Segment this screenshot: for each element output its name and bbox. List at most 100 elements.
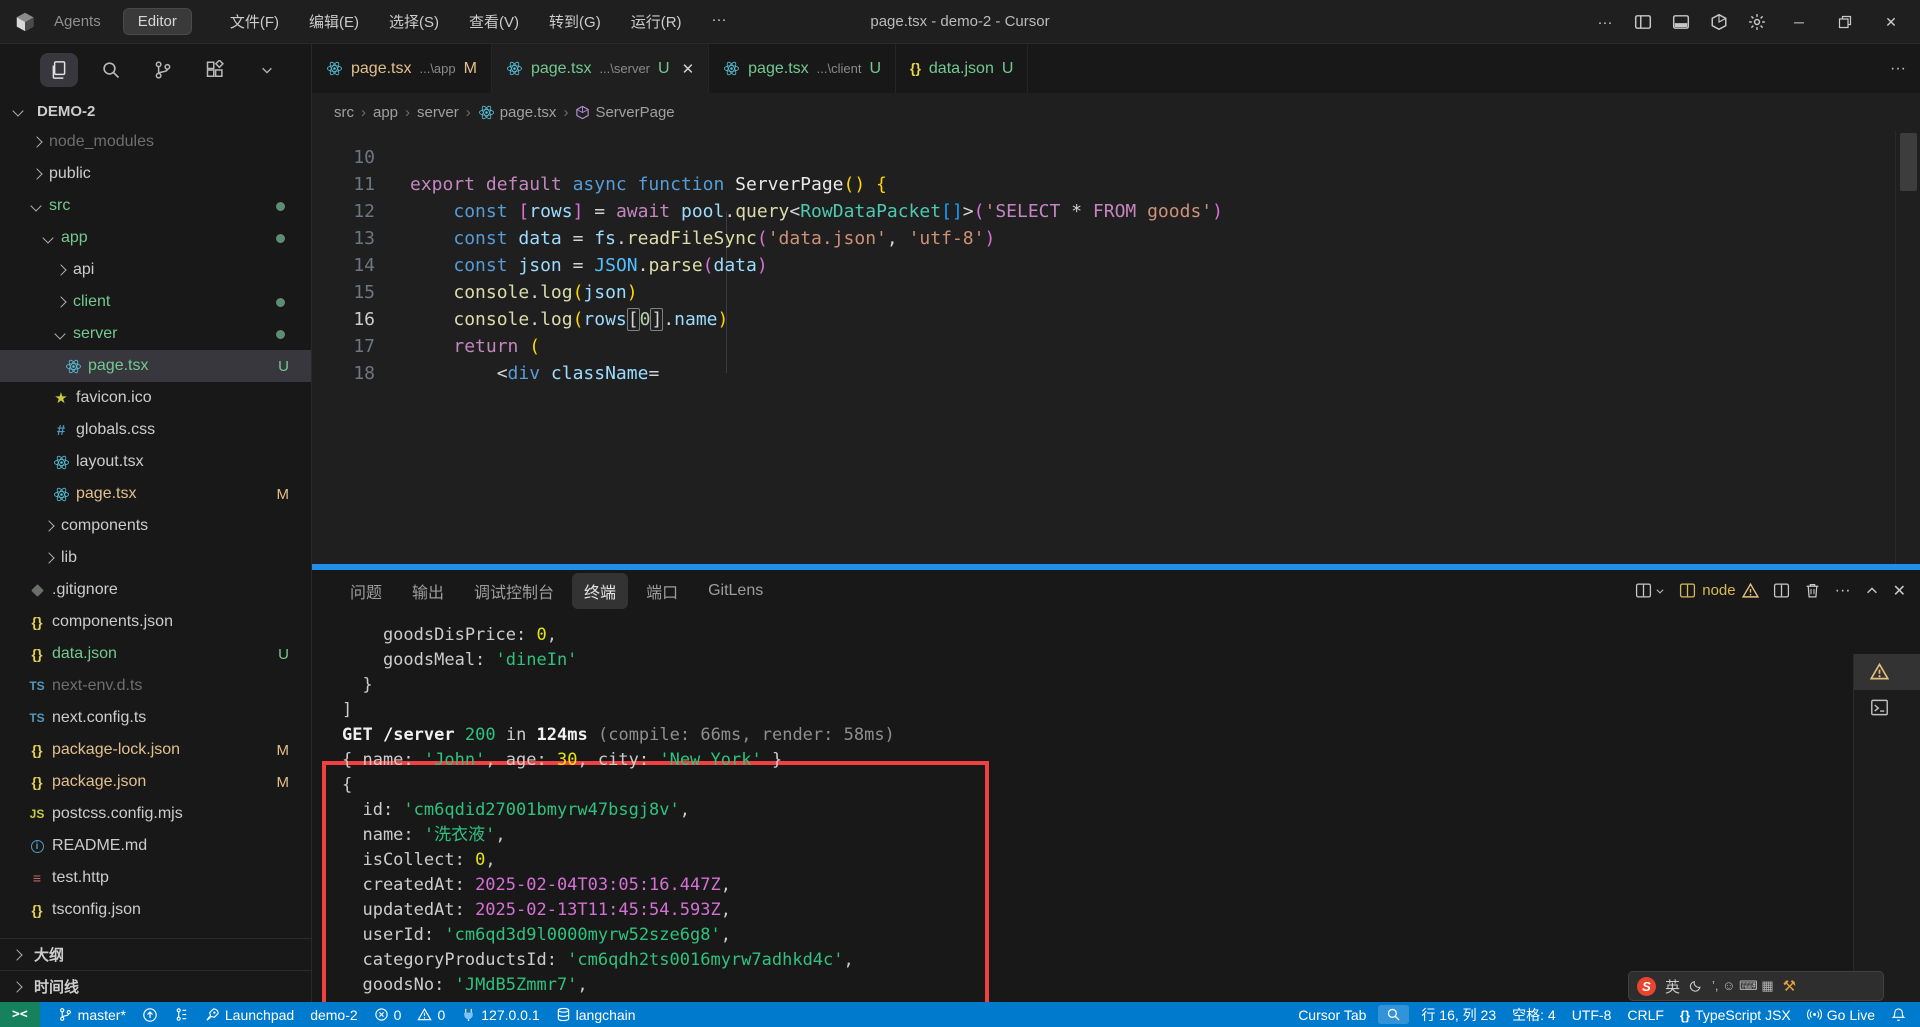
tree-item-lib[interactable]: lib bbox=[0, 542, 311, 574]
tree-item-README.md[interactable]: i README.md bbox=[0, 830, 311, 862]
timeline-section[interactable]: 时间线 bbox=[0, 970, 311, 1002]
cursor-ai-icon[interactable] bbox=[1702, 7, 1736, 37]
breadcrumb-item-ServerPage[interactable]: ServerPage bbox=[575, 104, 675, 121]
panel-tab-2[interactable]: 调试控制台 bbox=[462, 573, 566, 609]
status-left-127-0-0-1[interactable]: 127.0.0.1 bbox=[453, 1007, 547, 1023]
panel-tab-3[interactable]: 终端 bbox=[572, 572, 629, 609]
status-left-master-[interactable]: master* bbox=[50, 1007, 134, 1023]
status-left-cloud-up[interactable] bbox=[134, 1007, 166, 1023]
panel-tab-1[interactable]: 输出 bbox=[400, 573, 456, 609]
layout-sidebar-icon[interactable] bbox=[1626, 7, 1660, 37]
menu-item-5[interactable]: 运行(R) bbox=[619, 7, 694, 36]
terminal-item-node[interactable] bbox=[1854, 653, 1920, 690]
tree-item-nodemodules[interactable]: node_modules bbox=[0, 126, 311, 158]
editor-tab-2[interactable]: page.tsx ...\client U bbox=[709, 44, 896, 93]
editor-mode-button[interactable]: Editor bbox=[122, 8, 192, 35]
panel-more-icon[interactable]: ··· bbox=[1835, 582, 1851, 600]
tree-item-components[interactable]: components bbox=[0, 510, 311, 542]
tree-item-src[interactable]: src bbox=[0, 190, 311, 222]
tree-item-test.http[interactable]: ≡ test.http bbox=[0, 862, 311, 894]
ime-tools[interactable]: ’, ☺ ⌨ ▦ bbox=[1712, 978, 1774, 994]
panel-tab-0[interactable]: 问题 bbox=[338, 573, 394, 609]
breadcrumb-item-page.tsx[interactable]: page.tsx bbox=[478, 104, 556, 121]
status-left-0[interactable]: 0 bbox=[409, 1007, 453, 1023]
terminal-output[interactable]: Ctrl+K to generate command goodsDisPrice… bbox=[312, 612, 1920, 1002]
tree-item-data.json[interactable]: {} data.json U bbox=[0, 638, 311, 670]
split-terminal-icon[interactable] bbox=[1773, 582, 1790, 599]
editor-scrollbar[interactable] bbox=[1895, 131, 1920, 564]
restore-button[interactable] bbox=[1824, 0, 1866, 44]
ime-toolbox-icon[interactable]: ⚒ bbox=[1783, 977, 1796, 995]
views-chevron-icon[interactable] bbox=[248, 53, 286, 87]
status-right-typescript-jsx[interactable]: {} TypeScript JSX bbox=[1672, 1007, 1799, 1023]
status-right-bell[interactable] bbox=[1883, 1007, 1914, 1022]
tree-item-page.tsx[interactable]: page.tsx U bbox=[0, 350, 311, 382]
moon-icon[interactable] bbox=[1689, 979, 1703, 993]
tree-item-layout.tsx[interactable]: layout.tsx bbox=[0, 446, 311, 478]
editor-tab-0[interactable]: page.tsx ...\app M bbox=[312, 44, 492, 93]
explorer-icon[interactable] bbox=[40, 53, 78, 87]
source-control-icon[interactable] bbox=[144, 53, 182, 87]
panel-tab-4[interactable]: 端口 bbox=[634, 573, 690, 609]
status-left-pipeline[interactable] bbox=[166, 1007, 197, 1022]
status-left-demo-2[interactable]: demo-2 bbox=[302, 1007, 365, 1023]
status-right-go-live[interactable]: Go Live bbox=[1799, 1007, 1883, 1023]
tree-item-api[interactable]: api bbox=[0, 254, 311, 286]
code-editor[interactable]: 10 11 export default async function Server… bbox=[312, 131, 1920, 564]
editor-tab-1[interactable]: page.tsx ...\server U ✕ bbox=[491, 44, 710, 93]
menu-item-3[interactable]: 查看(V) bbox=[457, 7, 531, 36]
status-left-langchain[interactable]: langchain bbox=[548, 1007, 644, 1023]
tree-item-postcss.config.mjs[interactable]: JS postcss.config.mjs bbox=[0, 798, 311, 830]
status-right-cursor-tab[interactable]: Cursor Tab bbox=[1290, 1007, 1374, 1023]
status-right-crlf[interactable]: CRLF bbox=[1619, 1007, 1672, 1023]
terminal-item-shell[interactable] bbox=[1854, 690, 1920, 726]
remote-indicator[interactable]: >< bbox=[0, 1002, 40, 1027]
tree-item-page.tsx[interactable]: page.tsx M bbox=[0, 478, 311, 510]
menu-item-4[interactable]: 转到(G) bbox=[537, 7, 613, 36]
maximize-panel-icon[interactable] bbox=[1865, 584, 1879, 598]
tree-item-next.config.ts[interactable]: TS next.config.ts bbox=[0, 702, 311, 734]
menu-item-6[interactable]: ··· bbox=[700, 7, 739, 36]
tabbar-more-icon[interactable]: ··· bbox=[1890, 44, 1906, 93]
status-right--4[interactable]: 空格: 4 bbox=[1504, 1005, 1564, 1025]
tree-item-components.json[interactable]: {} components.json bbox=[0, 606, 311, 638]
status-left-0[interactable]: 0 bbox=[366, 1007, 410, 1023]
project-root-header[interactable]: DEMO-2 bbox=[0, 96, 311, 126]
status-right--16-23[interactable]: 行 16, 列 23 bbox=[1413, 1005, 1504, 1025]
tree-item-globals.css[interactable]: # globals.css bbox=[0, 414, 311, 446]
tree-item-public[interactable]: public bbox=[0, 158, 311, 190]
tree-item-package-lock.json[interactable]: {} package-lock.json M bbox=[0, 734, 311, 766]
ime-lang-toggle[interactable]: 英 bbox=[1665, 976, 1680, 997]
launch-profile-button[interactable] bbox=[1635, 582, 1665, 599]
tree-item-app[interactable]: app bbox=[0, 222, 311, 254]
layout-panel-icon[interactable] bbox=[1664, 7, 1698, 37]
status-right-utf-8[interactable]: UTF-8 bbox=[1564, 1007, 1620, 1023]
menu-item-1[interactable]: 编辑(E) bbox=[297, 7, 371, 36]
tree-item-server[interactable]: server bbox=[0, 318, 311, 350]
breadcrumb[interactable]: src › app › server › page.tsx › ServerPage bbox=[312, 93, 1920, 131]
breadcrumb-item-app[interactable]: app bbox=[373, 104, 398, 121]
tree-item-favicon.ico[interactable]: ★ favicon.ico bbox=[0, 382, 311, 414]
kill-terminal-icon[interactable] bbox=[1804, 582, 1821, 599]
breadcrumb-item-server[interactable]: server bbox=[417, 104, 459, 121]
tree-item-tsconfig.json[interactable]: {} tsconfig.json bbox=[0, 894, 311, 926]
panel-tab-5[interactable]: GitLens bbox=[696, 576, 775, 606]
status-right-search[interactable] bbox=[1378, 1005, 1410, 1024]
menu-item-2[interactable]: 选择(S) bbox=[377, 7, 451, 36]
scrollbar-thumb[interactable] bbox=[1900, 133, 1917, 191]
close-window-button[interactable]: ✕ bbox=[1870, 0, 1912, 44]
settings-gear-icon[interactable] bbox=[1740, 7, 1774, 37]
tree-item-package.json[interactable]: {} package.json M bbox=[0, 766, 311, 798]
status-left-launchpad[interactable]: Launchpad bbox=[197, 1007, 302, 1023]
search-icon[interactable] bbox=[92, 53, 130, 87]
editor-tab-3[interactable]: {} data.json U bbox=[896, 44, 1029, 93]
tree-item-.gitignore[interactable]: .gitignore bbox=[0, 574, 311, 606]
more-actions-icon[interactable]: ··· bbox=[1588, 7, 1622, 37]
breadcrumb-item-src[interactable]: src bbox=[334, 104, 354, 121]
tree-item-next-env.d.ts[interactable]: TS next-env.d.ts bbox=[0, 670, 311, 702]
menu-item-0[interactable]: 文件(F) bbox=[218, 7, 291, 36]
tree-item-client[interactable]: client bbox=[0, 286, 311, 318]
agents-menu[interactable]: Agents bbox=[54, 13, 101, 30]
close-icon[interactable]: ✕ bbox=[682, 60, 695, 78]
close-panel-icon[interactable]: ✕ bbox=[1893, 581, 1906, 601]
